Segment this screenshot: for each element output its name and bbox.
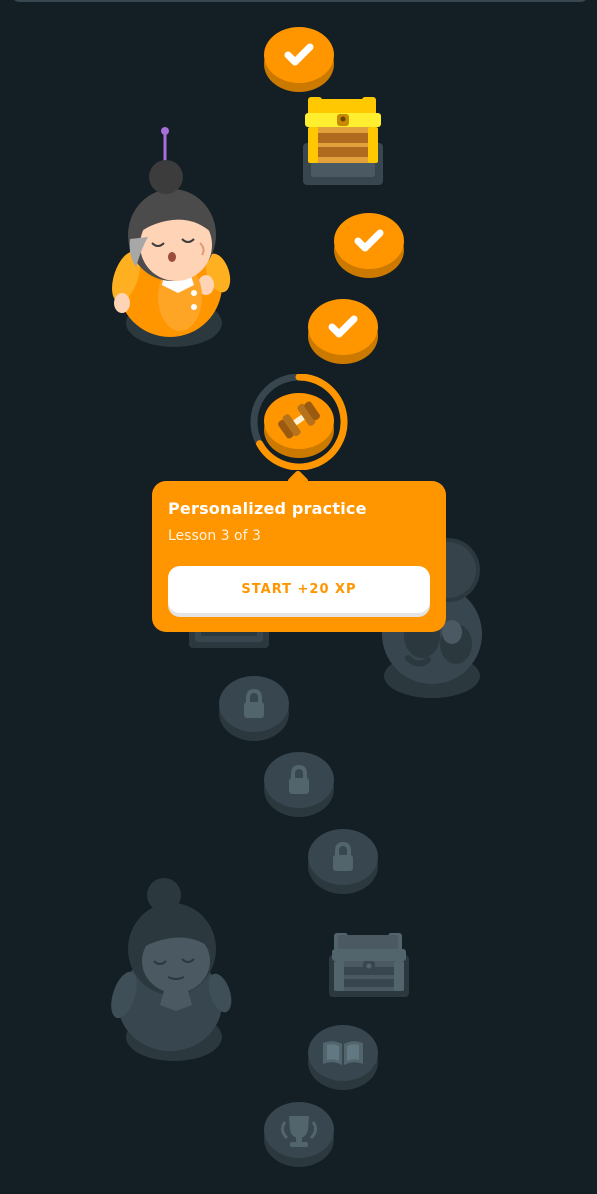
popover-title: Personalized practice (168, 499, 367, 518)
lesson-node-completed-3[interactable] (307, 299, 379, 365)
trophy-node[interactable] (263, 1102, 335, 1168)
lesson-node-completed-1[interactable] (263, 27, 335, 93)
character-grandma (108, 127, 240, 349)
lesson-node-locked-2[interactable] (263, 752, 335, 818)
chest-icon (337, 114, 349, 126)
lesson-node-locked-3[interactable] (307, 829, 379, 895)
lesson-popover: Personalized practice Lesson 3 of 3 STAR… (152, 481, 446, 632)
chest-icon (363, 961, 375, 973)
popover-subtitle: Lesson 3 of 3 (168, 528, 261, 544)
lesson-node-locked-1[interactable] (218, 676, 290, 742)
lesson-node-completed-2[interactable] (333, 213, 405, 279)
unit-header-bar (10, 0, 590, 2)
current-lesson-node[interactable] (249, 374, 349, 470)
reward-chest-locked[interactable] (328, 931, 410, 999)
start-lesson-button[interactable]: START +20 XP (168, 566, 430, 613)
character-grandma-locked (108, 877, 234, 1063)
story-node[interactable] (307, 1025, 379, 1091)
learning-path: Personalized practice Lesson 3 of 3 STAR… (0, 0, 597, 1194)
reward-chest-opened[interactable] (302, 95, 384, 187)
